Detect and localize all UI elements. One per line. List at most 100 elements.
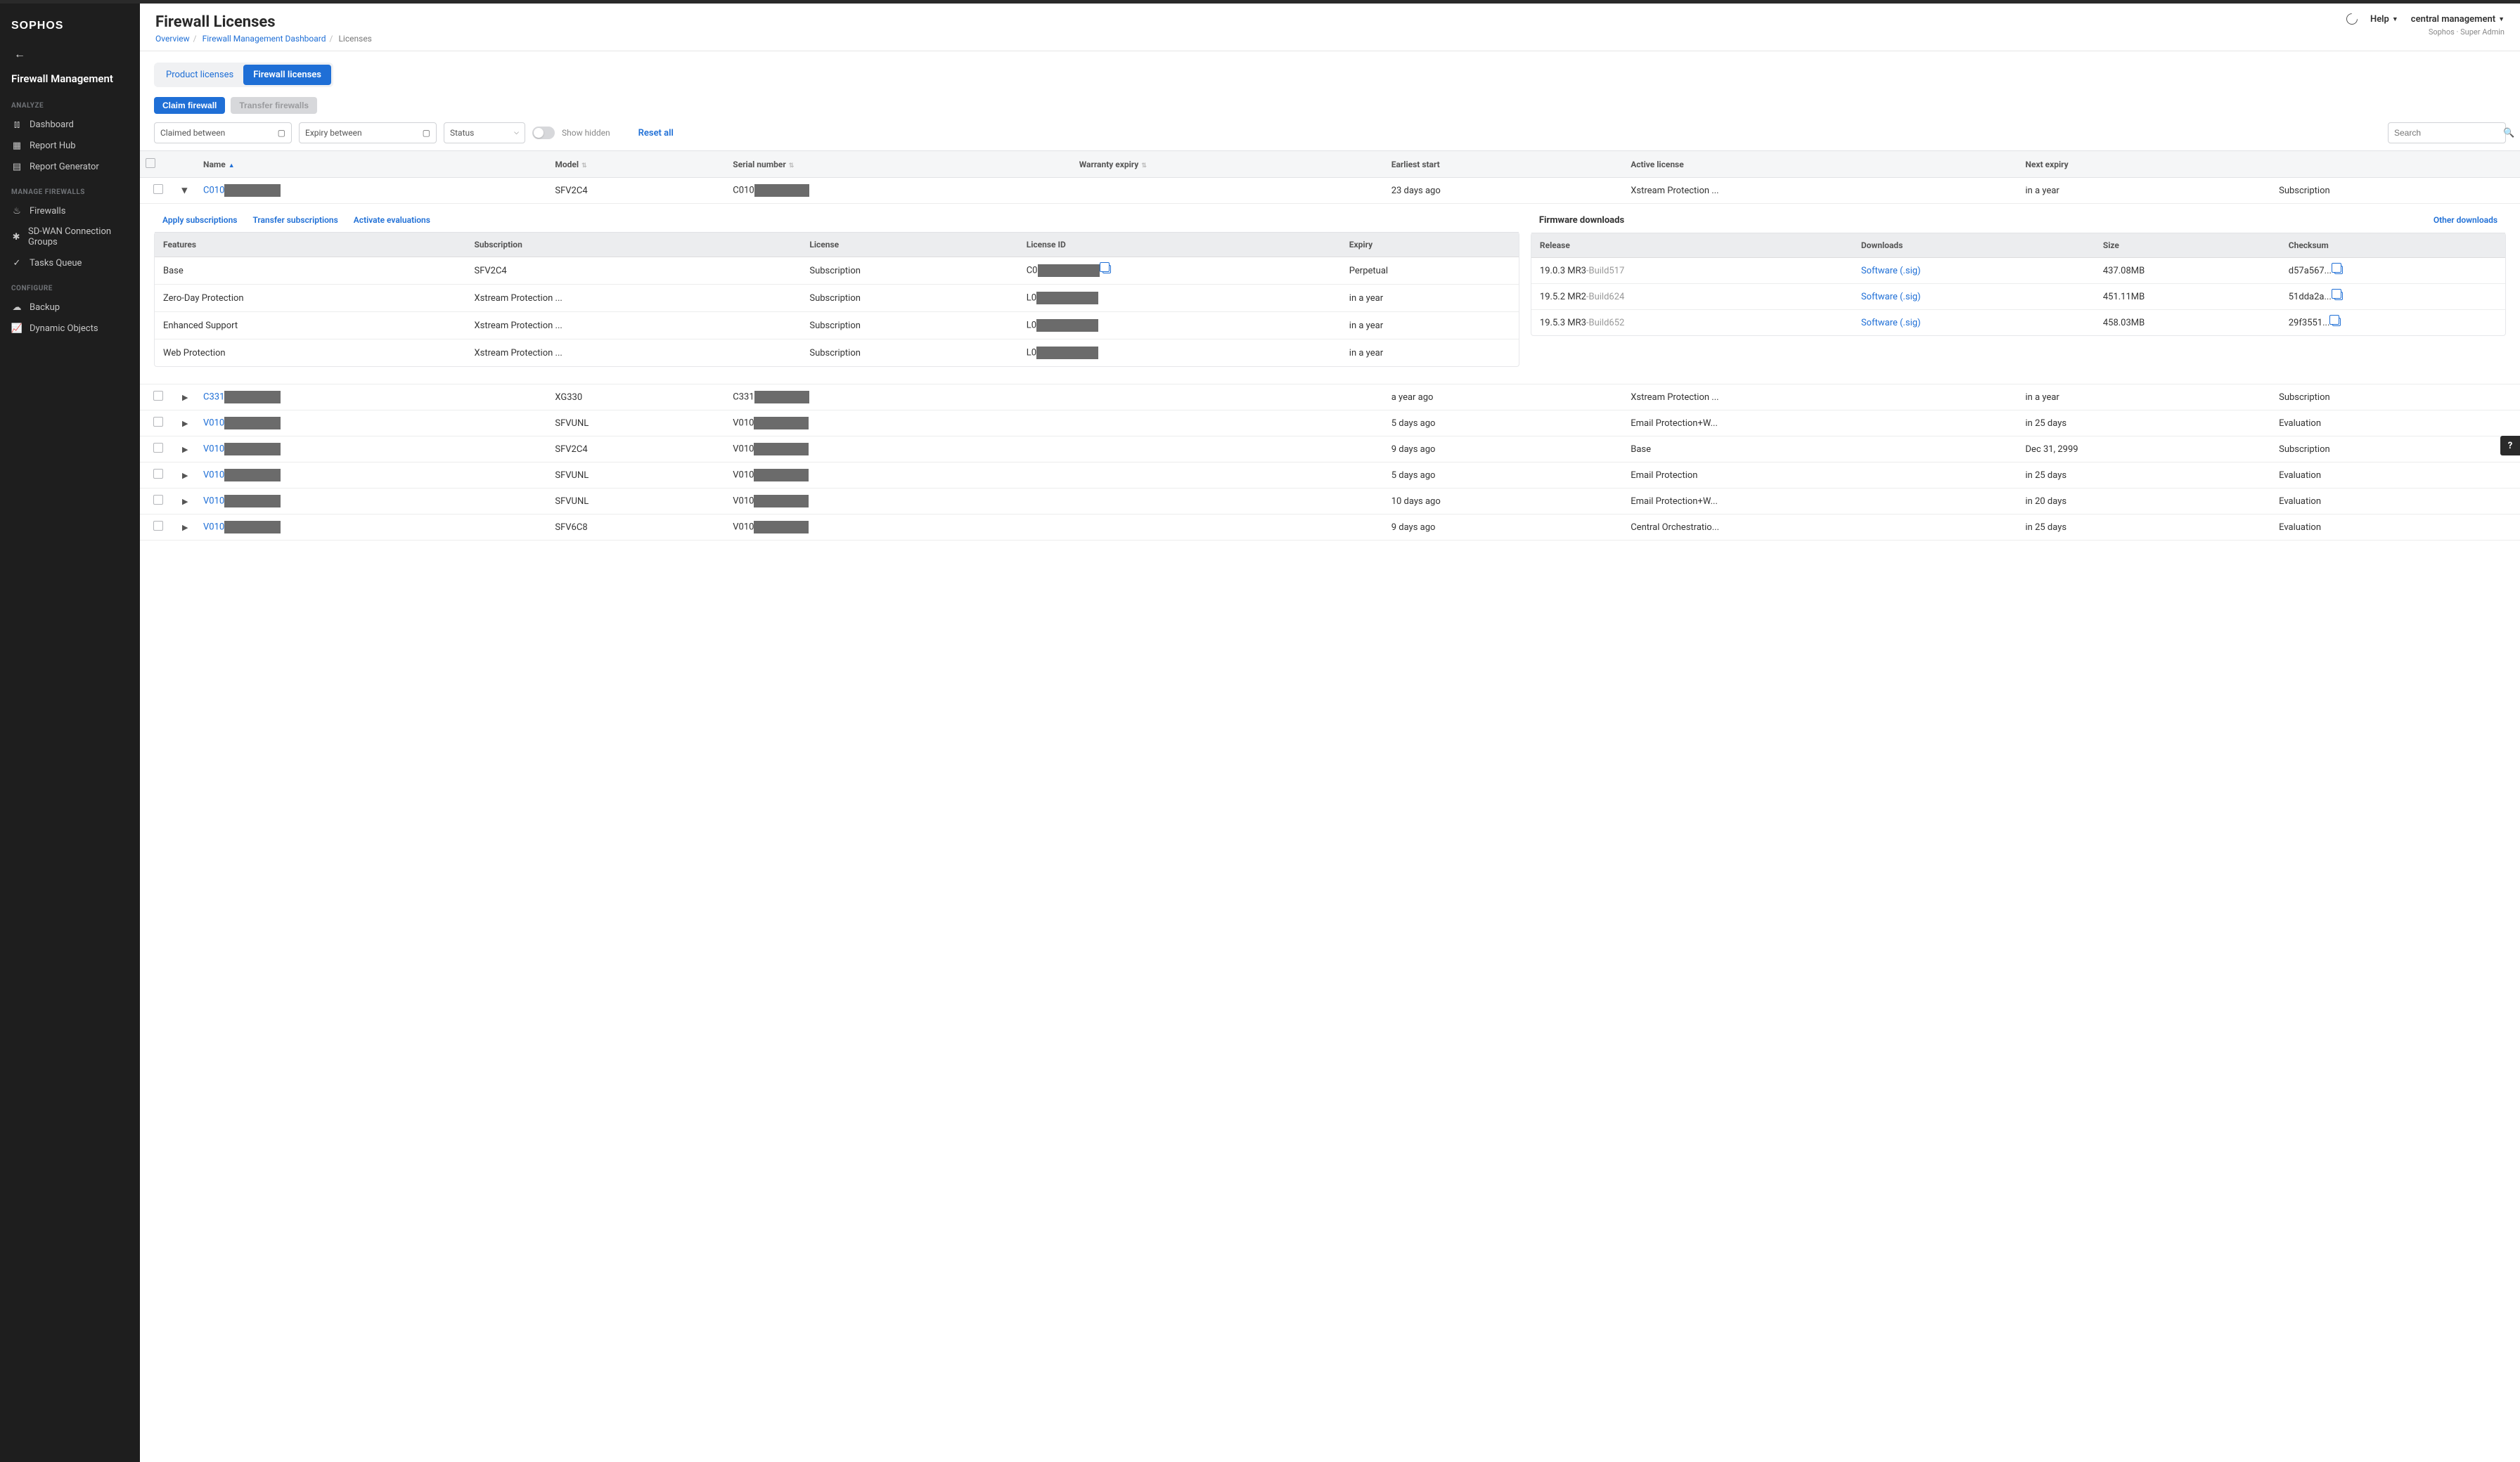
- sort-asc-icon: ▲: [229, 162, 235, 169]
- expand-caret-icon[interactable]: ▶: [181, 188, 190, 193]
- expand-caret-icon[interactable]: ▶: [182, 419, 188, 428]
- col-serial[interactable]: Serial number⇅: [727, 151, 1073, 178]
- sidebar-item-dynamic-objects[interactable]: 📈Dynamic Objects: [0, 318, 140, 339]
- redacted: [754, 417, 809, 429]
- cell-last: Evaluation: [2273, 489, 2520, 515]
- software-download-link[interactable]: Software (.sig): [1861, 318, 1921, 328]
- sidebar-item-report-hub[interactable]: ▦Report Hub: [0, 135, 140, 156]
- expand-caret-icon[interactable]: ▶: [182, 497, 188, 506]
- row-checkbox[interactable]: [153, 495, 163, 505]
- back-icon[interactable]: ←: [14, 47, 25, 60]
- apply-subscriptions-link[interactable]: Apply subscriptions: [162, 215, 237, 225]
- cell-earliest: 5 days ago: [1386, 410, 1626, 436]
- row-checkbox[interactable]: [153, 443, 163, 453]
- network-icon: ✱: [11, 231, 21, 242]
- cell-feature: Enhanced Support: [155, 312, 465, 339]
- cell-serial: V010: [727, 515, 1073, 541]
- tab-product-licenses[interactable]: Product licenses: [156, 65, 243, 85]
- copy-icon[interactable]: [2334, 266, 2343, 274]
- firewall-name-link[interactable]: V010: [203, 470, 224, 480]
- cell-earliest: 5 days ago: [1386, 462, 1626, 489]
- cell-warranty: [1074, 436, 1386, 462]
- sidebar-item-label: Report Hub: [30, 141, 76, 151]
- activate-evaluations-link[interactable]: Activate evaluations: [354, 215, 430, 225]
- col-model[interactable]: Model⇅: [549, 151, 727, 178]
- firmware-downloads-title: Firmware downloads: [1539, 215, 1624, 226]
- cell-active: Email Protection+W...: [1625, 410, 2019, 436]
- cell-active: Xstream Protection ...: [1625, 178, 2019, 204]
- firewall-name-link[interactable]: V010: [203, 418, 224, 428]
- cell-license: Subscription: [801, 285, 1017, 312]
- cell-warranty: [1074, 515, 1386, 541]
- row-checkbox[interactable]: [153, 184, 163, 194]
- expand-caret-icon[interactable]: ▶: [182, 393, 188, 402]
- cell-last: Evaluation: [2273, 462, 2520, 489]
- table-row: ▶V010SFV2C4V0109 days agoBaseDec 31, 299…: [140, 436, 2520, 462]
- redacted: [224, 469, 281, 481]
- select-all-checkbox[interactable]: [146, 158, 155, 168]
- col-earliest[interactable]: Earliest start: [1386, 151, 1626, 178]
- sidebar-item-tasks[interactable]: ✓Tasks Queue: [0, 252, 140, 273]
- cell-earliest: a year ago: [1386, 384, 1626, 410]
- breadcrumb-overview[interactable]: Overview: [155, 34, 190, 44]
- cell-subscription: Xstream Protection ...: [465, 339, 801, 367]
- features-table: FeaturesSubscriptionLicenseLicense IDExp…: [155, 232, 1519, 366]
- search-input[interactable]: 🔍: [2388, 122, 2506, 143]
- cell-subscription: SFV2C4: [465, 257, 801, 285]
- theme-toggle-icon[interactable]: [2346, 13, 2358, 25]
- svg-text:SOPHOS: SOPHOS: [11, 20, 63, 32]
- row-checkbox[interactable]: [153, 391, 163, 401]
- row-checkbox[interactable]: [153, 521, 163, 531]
- copy-icon[interactable]: [2334, 292, 2343, 300]
- other-downloads-link[interactable]: Other downloads: [2434, 215, 2498, 226]
- help-floating-button[interactable]: ?: [2500, 436, 2520, 455]
- copy-icon[interactable]: [2332, 318, 2341, 326]
- row-checkbox[interactable]: [153, 417, 163, 427]
- breadcrumb-dashboard[interactable]: Firewall Management Dashboard: [202, 34, 326, 44]
- sidebar-item-label: SD-WAN Connection Groups: [28, 226, 129, 247]
- table-row: ▶C331XG330C331a year agoXstream Protecti…: [140, 384, 2520, 410]
- col-name[interactable]: Name▲: [198, 151, 549, 178]
- sidebar-item-label: Backup: [30, 302, 60, 313]
- cell-last: Subscription: [2273, 178, 2520, 204]
- show-hidden-toggle[interactable]: [532, 127, 555, 139]
- cell-active: Email Protection: [1625, 462, 2019, 489]
- sidebar-item-dashboard[interactable]: ⫾⫾Dashboard: [0, 114, 140, 135]
- reset-all-link[interactable]: Reset all: [638, 128, 674, 138]
- claim-firewall-button[interactable]: Claim firewall: [154, 97, 225, 114]
- row-checkbox[interactable]: [153, 469, 163, 479]
- expand-caret-icon[interactable]: ▶: [182, 471, 188, 480]
- account-menu[interactable]: central management▼: [2411, 14, 2505, 25]
- software-download-link[interactable]: Software (.sig): [1861, 266, 1921, 276]
- col-features: Features: [155, 233, 465, 257]
- firewall-name-link[interactable]: C010: [203, 185, 224, 195]
- sidebar-item-firewalls[interactable]: ♨Firewalls: [0, 200, 140, 221]
- cell-feature: Web Protection: [155, 339, 465, 367]
- copy-icon[interactable]: [1102, 265, 1111, 273]
- expand-caret-icon[interactable]: ▶: [182, 445, 188, 454]
- claimed-between-filter[interactable]: Claimed between▢: [154, 122, 292, 143]
- col-next[interactable]: Next expiry: [2020, 151, 2274, 178]
- cell-expiry: Perpetual: [1341, 257, 1519, 285]
- software-download-link[interactable]: Software (.sig): [1861, 292, 1921, 302]
- sidebar-item-sdwan[interactable]: ✱ SD-WAN Connection Groups: [0, 221, 140, 252]
- cell-last: Subscription: [2273, 436, 2520, 462]
- firewall-name-link[interactable]: C331: [203, 392, 224, 402]
- transfer-firewalls-button: Transfer firewalls: [231, 97, 317, 114]
- status-filter[interactable]: Status⌵: [444, 122, 525, 143]
- breadcrumb: Overview/ Firewall Management Dashboard/…: [155, 34, 372, 44]
- cell-last: Subscription: [2273, 384, 2520, 410]
- tab-firewall-licenses[interactable]: Firewall licenses: [243, 65, 331, 85]
- firewall-name-link[interactable]: V010: [203, 496, 224, 506]
- firewall-name-link[interactable]: V010: [203, 522, 224, 532]
- expand-caret-icon[interactable]: ▶: [182, 523, 188, 532]
- help-menu[interactable]: Help▼: [2370, 14, 2398, 25]
- transfer-subscriptions-link[interactable]: Transfer subscriptions: [252, 215, 338, 225]
- col-active[interactable]: Active license: [1625, 151, 2019, 178]
- sidebar-item-backup[interactable]: ☁Backup: [0, 297, 140, 318]
- firewall-name-link[interactable]: V010: [203, 444, 224, 454]
- col-warranty[interactable]: Warranty expiry⇅: [1074, 151, 1386, 178]
- table-row: ▶V010SFVUNLV0105 days agoEmail Protectio…: [140, 410, 2520, 436]
- expiry-between-filter[interactable]: Expiry between▢: [299, 122, 437, 143]
- sidebar-item-report-generator[interactable]: ▤Report Generator: [0, 156, 140, 177]
